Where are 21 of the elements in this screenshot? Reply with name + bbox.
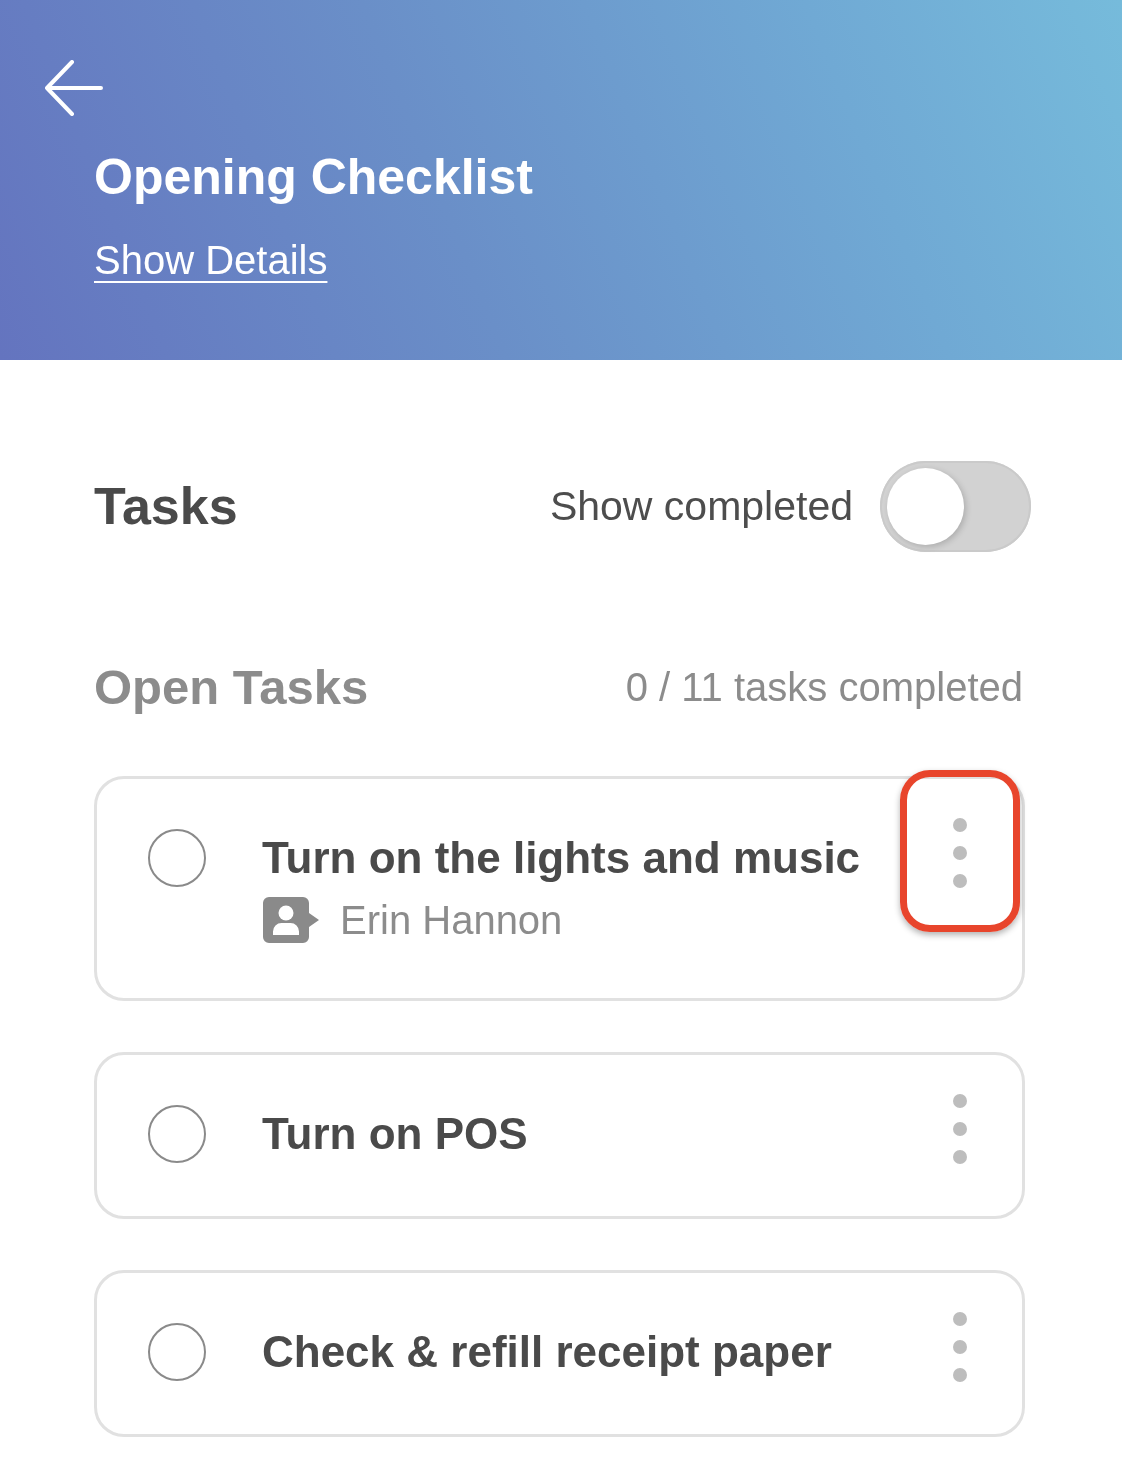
task-card[interactable]: Turn on POS [94,1052,1025,1219]
back-button[interactable] [45,60,103,116]
more-icon [953,1312,967,1382]
checklist-title: Opening Checklist [94,149,533,205]
back-arrow-icon [45,60,103,116]
task-card[interactable]: Check & refill receipt paper [94,1270,1025,1437]
show-completed-label: Show completed [549,482,853,530]
more-icon [953,818,967,888]
task-title: Turn on POS [262,1108,528,1160]
task-checkbox[interactable] [148,829,206,887]
more-icon [953,1094,967,1164]
task-checkbox[interactable] [148,1105,206,1163]
show-details-link[interactable]: Show Details [94,236,328,284]
person-badge-icon [262,897,320,943]
tasks-progress-text: 0 / 11 tasks completed [625,664,1023,711]
task-checkbox[interactable] [148,1323,206,1381]
task-title: Turn on the lights and music [262,832,861,884]
task-title: Check & refill receipt paper [262,1326,832,1378]
open-tasks-heading: Open Tasks [94,659,369,716]
assignee-name: Erin Hannon [340,897,563,944]
tasks-heading: Tasks [94,476,238,536]
